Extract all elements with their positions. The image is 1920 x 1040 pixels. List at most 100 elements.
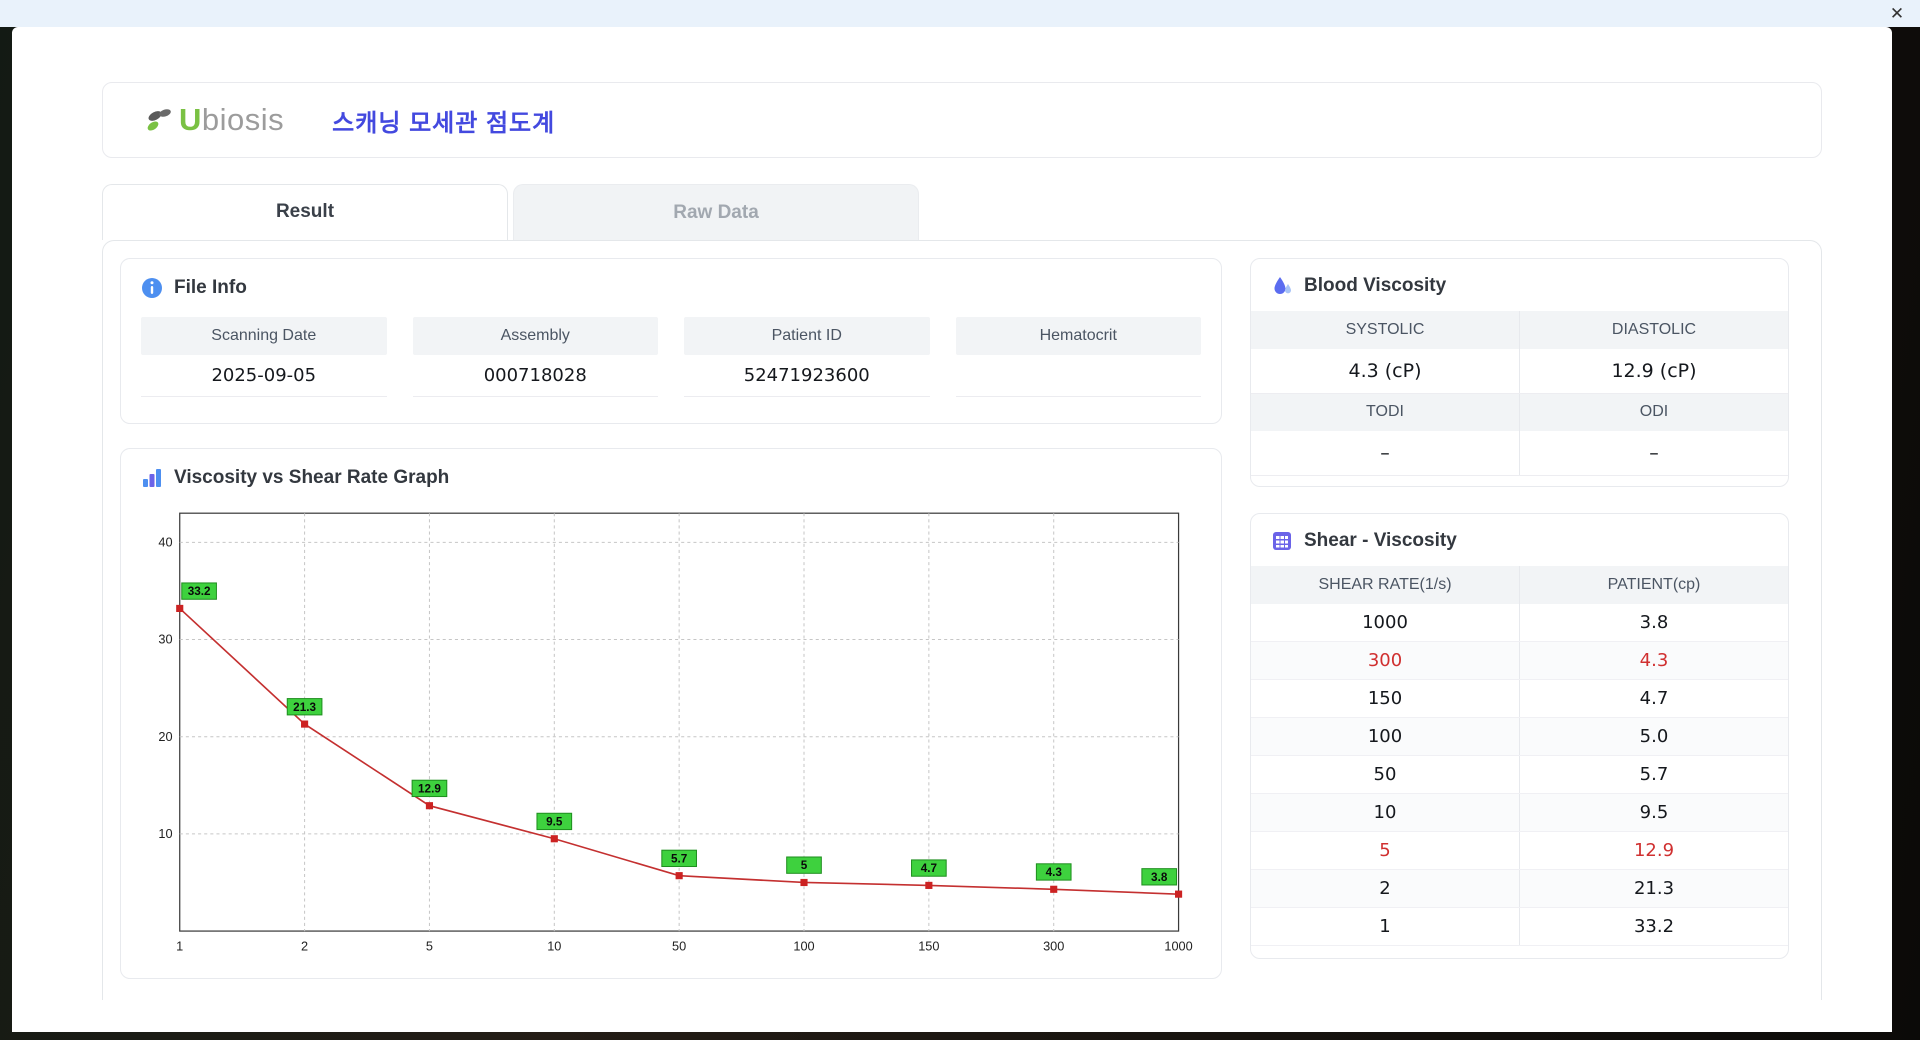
odi-value: – bbox=[1519, 431, 1788, 476]
field-label: Assembly bbox=[412, 317, 658, 355]
table-row: 1000 3.8 bbox=[1251, 603, 1788, 642]
svg-text:150: 150 bbox=[918, 938, 939, 953]
tab-bar: Result Raw Data bbox=[102, 184, 1822, 240]
brand-text: Ubiosis bbox=[179, 102, 285, 137]
diastolic-value: 12.9 (cP) bbox=[1519, 349, 1788, 394]
patient-viscosity-cell: 4.7 bbox=[1519, 679, 1788, 718]
svg-text:20: 20 bbox=[158, 729, 172, 744]
svg-text:1000: 1000 bbox=[1164, 938, 1192, 953]
patient-viscosity-cell: 12.9 bbox=[1519, 831, 1788, 870]
svg-text:3.8: 3.8 bbox=[1151, 871, 1168, 884]
patient-viscosity-cell: 4.3 bbox=[1519, 641, 1788, 680]
svg-text:1: 1 bbox=[176, 938, 183, 953]
shear-viscosity-title: Shear - Viscosity bbox=[1304, 529, 1457, 551]
svg-text:5: 5 bbox=[426, 938, 433, 953]
app-window: Ubiosis 스캐닝 모세관 점도계 Result Raw Data File… bbox=[12, 27, 1892, 1032]
app-header: Ubiosis 스캐닝 모세관 점도계 bbox=[102, 82, 1822, 158]
svg-text:40: 40 bbox=[158, 534, 172, 549]
shear-rate-cell: 50 bbox=[1251, 755, 1520, 794]
shear-table-body: 1000 3.8 300 4.3 150 4.7 100 5.0 50 5.7 10 9.5 5 12.9… bbox=[1251, 603, 1788, 946]
shear-rate-cell: 150 bbox=[1251, 679, 1520, 718]
table-row: SYSTOLIC DIASTOLIC bbox=[1251, 311, 1788, 349]
shear-viscosity-heading: Shear - Viscosity bbox=[1251, 530, 1788, 566]
ubiosis-logo: Ubiosis bbox=[143, 102, 284, 138]
svg-text:33.2: 33.2 bbox=[188, 585, 211, 598]
diastolic-label: DIASTOLIC bbox=[1519, 311, 1788, 349]
shear-rate-cell: 5 bbox=[1251, 831, 1520, 870]
table-row: 300 4.3 bbox=[1251, 641, 1788, 680]
table-row: 4.3 (cP) 12.9 (cP) bbox=[1251, 349, 1788, 394]
patient-viscosity-cell: 5.0 bbox=[1519, 717, 1788, 756]
file-info-card: File Info Scanning Date 2025-09-05 Assem… bbox=[120, 258, 1222, 424]
field-value: 2025-09-05 bbox=[141, 355, 387, 397]
field-assembly: Assembly 000718028 bbox=[412, 317, 658, 397]
shear-viscosity-table: SHEAR RATE(1/s) PATIENT(cp) 1000 3.8 300 4.… bbox=[1251, 565, 1788, 946]
water-drops-icon bbox=[1271, 275, 1293, 297]
shear-rate-cell: 100 bbox=[1251, 717, 1520, 756]
table-row: 150 4.7 bbox=[1251, 679, 1788, 718]
odi-label: ODI bbox=[1519, 393, 1788, 431]
systolic-value: 4.3 (cP) bbox=[1251, 349, 1520, 394]
table-row: 50 5.7 bbox=[1251, 755, 1788, 794]
shear-rate-column-header: SHEAR RATE(1/s) bbox=[1251, 565, 1520, 604]
patient-viscosity-cell: 33.2 bbox=[1519, 907, 1788, 946]
result-tab-panel: File Info Scanning Date 2025-09-05 Assem… bbox=[102, 240, 1822, 1000]
patient-viscosity-cell: 9.5 bbox=[1519, 793, 1788, 832]
table-header-row: SHEAR RATE(1/s) PATIENT(cp) bbox=[1251, 565, 1788, 604]
svg-text:21.3: 21.3 bbox=[293, 701, 316, 714]
svg-text:2: 2 bbox=[301, 938, 308, 953]
svg-text:12.9: 12.9 bbox=[418, 782, 441, 795]
svg-text:10: 10 bbox=[547, 938, 561, 953]
graph-title: Viscosity vs Shear Rate Graph bbox=[174, 467, 450, 488]
field-value: 000718028 bbox=[412, 355, 658, 397]
svg-text:4.7: 4.7 bbox=[921, 862, 937, 875]
field-value bbox=[955, 355, 1201, 397]
viscosity-shear-chart-svg: 10 20 30 40 1 2 5 10 50 100 150 300 1000 33.2 21.3 12.9… bbox=[158, 512, 1193, 953]
shear-rate-cell: 10 bbox=[1251, 793, 1520, 832]
table-row: 5 12.9 bbox=[1251, 831, 1788, 870]
close-icon[interactable]: ✕ bbox=[1882, 0, 1912, 27]
patient-viscosity-cell: 3.8 bbox=[1519, 603, 1788, 642]
svg-text:100: 100 bbox=[793, 938, 814, 953]
patient-column-header: PATIENT(cp) bbox=[1519, 565, 1788, 604]
field-label: Scanning Date bbox=[141, 317, 387, 355]
shear-rate-cell: 2 bbox=[1251, 869, 1520, 908]
field-label: Hematocrit bbox=[955, 317, 1201, 355]
svg-text:30: 30 bbox=[158, 632, 172, 647]
todi-value: – bbox=[1251, 431, 1520, 476]
patient-viscosity-cell: 5.7 bbox=[1519, 755, 1788, 794]
blood-viscosity-title: Blood Viscosity bbox=[1304, 275, 1447, 296]
field-scanning-date: Scanning Date 2025-09-05 bbox=[141, 317, 387, 397]
browser-titlebar: ✕ bbox=[0, 0, 1920, 27]
shear-rate-cell: 1 bbox=[1251, 907, 1520, 946]
table-row: 10 9.5 bbox=[1251, 793, 1788, 832]
shear-rate-cell: 300 bbox=[1251, 641, 1520, 680]
svg-text:9.5: 9.5 bbox=[546, 816, 563, 829]
systolic-label: SYSTOLIC bbox=[1251, 311, 1520, 349]
blood-viscosity-card: Blood Viscosity SYSTOLIC DIASTOLIC 4.3 (… bbox=[1250, 258, 1789, 487]
field-hematocrit: Hematocrit bbox=[955, 317, 1201, 397]
grid-table-icon bbox=[1271, 530, 1293, 552]
blood-viscosity-table: SYSTOLIC DIASTOLIC 4.3 (cP) 12.9 (cP) TO… bbox=[1251, 311, 1788, 476]
field-label: Patient ID bbox=[684, 317, 930, 355]
tab-result[interactable]: Result bbox=[102, 184, 508, 240]
bar-chart-icon bbox=[141, 467, 163, 489]
info-icon bbox=[141, 277, 163, 299]
svg-text:10: 10 bbox=[158, 826, 172, 841]
table-row: 100 5.0 bbox=[1251, 717, 1788, 756]
page-title: 스캐닝 모세관 점도계 bbox=[332, 109, 556, 137]
svg-text:50: 50 bbox=[672, 938, 686, 953]
svg-text:5.7: 5.7 bbox=[671, 852, 687, 865]
svg-text:300: 300 bbox=[1043, 938, 1064, 953]
svg-text:4.3: 4.3 bbox=[1046, 866, 1063, 879]
tab-raw-data[interactable]: Raw Data bbox=[513, 184, 919, 240]
field-patient-id: Patient ID 52471923600 bbox=[684, 317, 930, 397]
blood-viscosity-heading: Blood Viscosity bbox=[1251, 275, 1788, 311]
shear-rate-cell: 1000 bbox=[1251, 603, 1520, 642]
shear-viscosity-card: Shear - Viscosity SHEAR RATE(1/s) PATIEN… bbox=[1250, 512, 1789, 959]
field-value: 52471923600 bbox=[684, 355, 930, 397]
leaf-logo-icon bbox=[143, 104, 177, 138]
graph-heading: Viscosity vs Shear Rate Graph bbox=[141, 467, 1201, 489]
table-row: 2 21.3 bbox=[1251, 869, 1788, 908]
svg-text:5: 5 bbox=[801, 859, 808, 872]
